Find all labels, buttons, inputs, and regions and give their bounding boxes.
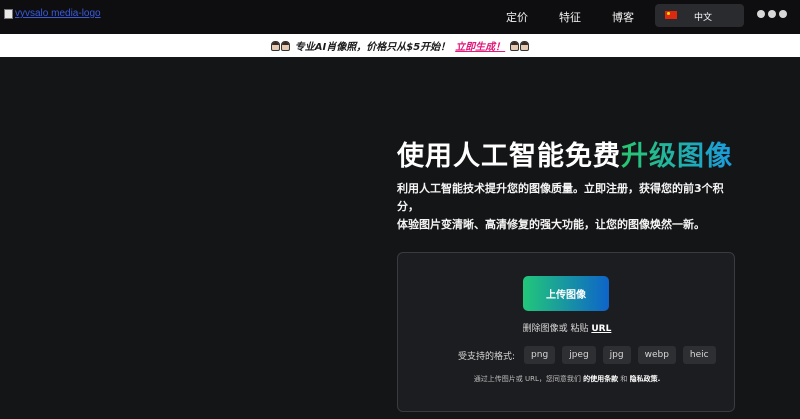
hero-subtitle-line: 体验图片变清晰、高清修复的强大功能，让您的图像焕然一新。 — [397, 218, 705, 231]
hero-title-plain: 使用人工智能免费 — [397, 141, 621, 172]
nav-features[interactable]: 特征 — [559, 9, 581, 25]
nav-pricing[interactable]: 定价 — [506, 9, 528, 25]
logo-alt-text: vyvsalo media-logo — [15, 8, 101, 19]
avatar-icon — [510, 40, 520, 51]
broken-image-icon — [4, 8, 13, 19]
format-chip: heic — [682, 346, 716, 364]
nav-blog[interactable]: 博客 — [612, 9, 634, 25]
terms-notice: 通过上传图片或 URL，您同意我们 的使用条款 和 隐私政策. — [398, 374, 736, 384]
avatar-icon — [520, 40, 530, 51]
avatar-icon — [270, 40, 280, 51]
site-logo[interactable]: vyvsalo media-logo — [4, 8, 101, 19]
promo-banner: 专业AI肖像照，价格只从$5开始！ 立即生成！ — [0, 34, 800, 57]
terms-of-use-link[interactable]: 的使用条款 — [583, 375, 618, 383]
dot-icon — [757, 10, 765, 18]
promo-cta-link[interactable]: 立即生成！ — [455, 38, 505, 53]
dot-icon — [768, 10, 776, 18]
formats-label: 受支持的格式: — [458, 351, 516, 362]
terms-and-text: 和 — [620, 375, 628, 383]
portrait-avatars-left — [270, 40, 290, 51]
hero-title-highlight: 升级图像 — [621, 141, 733, 172]
privacy-policy-link[interactable]: 隐私政策. — [630, 375, 661, 383]
promo-text: 专业AI肖像照，价格只从$5开始！ — [294, 42, 451, 53]
portrait-avatars-right — [510, 40, 530, 51]
language-label: 中文 — [694, 13, 713, 23]
hero-title: 使用人工智能免费升级图像 — [397, 134, 733, 173]
format-chip: jpeg — [562, 346, 596, 364]
top-header: vyvsalo media-logo 定价 特征 博客 中文 — [0, 0, 800, 34]
upload-card[interactable]: 上传图像 删除图像或 粘贴 URL 受支持的格式: png jpeg jpg w… — [397, 252, 735, 412]
hero-subtitle: 利用人工智能技术提升您的图像质量。立即注册，获得您的前3个积分， 体验图片变清晰… — [397, 180, 737, 234]
more-menu[interactable] — [757, 10, 787, 18]
format-chip: jpg — [602, 346, 631, 364]
format-chip: webp — [637, 346, 676, 364]
avatar-icon — [280, 40, 290, 51]
paste-url-link[interactable]: URL — [591, 324, 611, 334]
format-chip: png — [524, 346, 556, 364]
dot-icon — [779, 10, 787, 18]
paste-hint: 删除图像或 粘贴 URL — [398, 321, 736, 334]
upload-image-button[interactable]: 上传图像 — [523, 276, 609, 311]
terms-text: 通过上传图片或 URL，您同意我们 — [473, 375, 581, 383]
supported-formats: 受支持的格式: png jpeg jpg webp heic — [458, 346, 716, 364]
hero-subtitle-line: 利用人工智能技术提升您的图像质量。立即注册，获得您的前3个积分， — [397, 182, 724, 213]
paste-hint-text: 删除图像或 粘贴 — [522, 324, 589, 334]
language-selector[interactable]: 中文 — [655, 4, 744, 27]
china-flag-icon — [665, 11, 677, 19]
